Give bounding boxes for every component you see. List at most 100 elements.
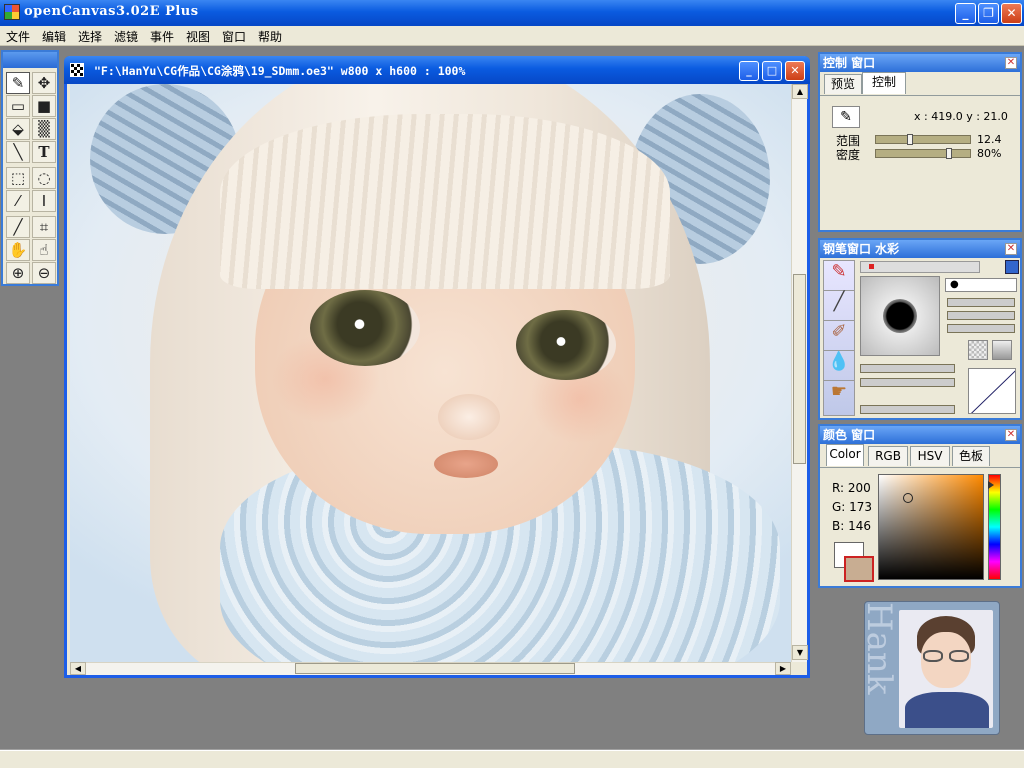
brush-slider-1[interactable] bbox=[947, 298, 1015, 307]
gradient-tool[interactable]: ▒ bbox=[32, 118, 56, 140]
menu-view[interactable]: 视图 bbox=[186, 28, 210, 45]
menu-filter[interactable]: 滤镜 bbox=[114, 28, 138, 45]
brush-slider-2[interactable] bbox=[947, 311, 1015, 320]
brush-panel-close-icon[interactable]: ✕ bbox=[1005, 243, 1017, 255]
document-icon bbox=[70, 63, 84, 77]
pressure-curve[interactable] bbox=[968, 368, 1016, 414]
brush-type-list[interactable]: ✎ ╱ ✐ 💧 ☛ bbox=[823, 260, 855, 416]
doc-minimize-button[interactable]: _ bbox=[739, 61, 759, 81]
scroll-up-arrow[interactable]: ▲ bbox=[792, 84, 808, 99]
brush-slider-3[interactable] bbox=[947, 324, 1015, 333]
brush-slider-6[interactable] bbox=[860, 405, 955, 414]
scroll-right-arrow[interactable]: ▶ bbox=[775, 662, 791, 675]
fill-rect-tool[interactable]: ■ bbox=[32, 95, 56, 117]
minimize-button[interactable]: _ bbox=[955, 3, 976, 24]
water-drop-icon[interactable]: 💧 bbox=[824, 351, 854, 381]
eye-right bbox=[516, 310, 616, 380]
gray-swatch-icon[interactable] bbox=[992, 340, 1012, 360]
control-panel: 控制 窗口 ✕ 预览 控制 ✎ x : 419.0 y : 21.0 范围 密度… bbox=[818, 52, 1022, 232]
brush-presets-bar[interactable] bbox=[860, 261, 980, 273]
rect-select-tool[interactable]: ⬚ bbox=[6, 167, 30, 189]
app-icon bbox=[4, 4, 20, 20]
saturation-value-picker[interactable] bbox=[878, 474, 984, 580]
menu-edit[interactable]: 编辑 bbox=[42, 28, 66, 45]
control-panel-title: 控制 窗口 bbox=[823, 56, 876, 70]
brush-panel-header[interactable]: 钢笔窗口 水彩 ✕ bbox=[820, 240, 1020, 258]
color-panel: 颜色 窗口 ✕ Color RGB HSV 色板 R: 200 G: 173 B… bbox=[818, 424, 1022, 588]
hue-slider-marker[interactable] bbox=[988, 481, 994, 489]
menu-select[interactable]: 选择 bbox=[78, 28, 102, 45]
control-tabs: 预览 控制 bbox=[820, 72, 1020, 96]
save-brush-icon[interactable] bbox=[1005, 260, 1019, 274]
menu-help[interactable]: 帮助 bbox=[258, 28, 282, 45]
avatar: Hank bbox=[864, 601, 1000, 735]
color-panel-close-icon[interactable]: ✕ bbox=[1005, 429, 1017, 441]
color-picker-cursor[interactable] bbox=[903, 493, 913, 503]
avatar-glasses-left bbox=[923, 650, 943, 662]
move-tool[interactable]: ✥ bbox=[32, 72, 56, 94]
eyedropper-tool[interactable]: ╱ bbox=[6, 216, 30, 238]
density-label: 密度 bbox=[836, 148, 861, 162]
scroll-left-arrow[interactable]: ◀ bbox=[70, 662, 86, 675]
menu-window[interactable]: 窗口 bbox=[222, 28, 246, 45]
brush-tip-selector[interactable]: ● bbox=[945, 278, 1017, 292]
airbrush-icon[interactable]: ╱ bbox=[824, 291, 854, 321]
horizontal-scrollbar[interactable]: ◀ ▶ bbox=[70, 662, 791, 675]
green-value: G: 173 bbox=[832, 500, 873, 514]
control-panel-header[interactable]: 控制 窗口 ✕ bbox=[820, 54, 1020, 72]
color-panel-header[interactable]: 颜色 窗口 ✕ bbox=[820, 426, 1020, 444]
document-title-bar[interactable]: "F:\HanYu\CG作品\CG涂鸦\19_SDmm.oe3" w800 x … bbox=[64, 56, 810, 84]
painting-canvas[interactable] bbox=[70, 84, 791, 662]
pressure-curve-line bbox=[969, 369, 1015, 413]
tab-rgb[interactable]: RGB bbox=[868, 446, 908, 466]
tab-swatches[interactable]: 色板 bbox=[952, 446, 990, 466]
crop-tool[interactable]: ⌗ bbox=[32, 216, 56, 238]
restore-button[interactable]: ❐ bbox=[978, 3, 999, 24]
density-slider-knob[interactable] bbox=[946, 148, 952, 159]
menu-file[interactable]: 文件 bbox=[6, 28, 30, 45]
magic-wand-tool[interactable]: ⁄ bbox=[6, 190, 30, 212]
watercolor-brush-icon[interactable]: ✐ bbox=[824, 321, 854, 351]
zoom-out-tool[interactable]: ⊖ bbox=[32, 262, 56, 284]
finger-blend-icon[interactable]: ☛ bbox=[824, 381, 854, 411]
pen-brush-icon[interactable]: ✎ bbox=[824, 261, 854, 291]
tool-palette: ✎ ✥ ▭ ■ ⬙ ▒ ╲ T ⬚ ◌ ⁄ Ⅰ ╱ ⌗ ✋ ☝ ⊕ ⊖ bbox=[1, 50, 59, 286]
rectangle-tool[interactable]: ▭ bbox=[6, 95, 30, 117]
text-select-tool[interactable]: Ⅰ bbox=[32, 190, 56, 212]
line-tool[interactable]: ╲ bbox=[6, 141, 30, 163]
text-tool[interactable]: T bbox=[32, 141, 56, 163]
tab-color[interactable]: Color bbox=[826, 444, 864, 466]
tab-preview[interactable]: 预览 bbox=[824, 74, 862, 94]
vertical-scrollbar[interactable]: ▲ ▼ bbox=[791, 84, 808, 662]
bucket-tool[interactable]: ⬙ bbox=[6, 118, 30, 140]
range-slider-knob[interactable] bbox=[907, 134, 913, 145]
rotate-hand-tool[interactable]: ☝ bbox=[32, 239, 56, 261]
tool-palette-header[interactable] bbox=[3, 52, 57, 68]
mouth bbox=[434, 450, 498, 478]
brush-panel-title: 钢笔窗口 水彩 bbox=[823, 242, 900, 256]
foreground-color-swatch[interactable] bbox=[844, 556, 874, 582]
doc-maximize-button[interactable]: □ bbox=[762, 61, 782, 81]
close-button[interactable]: ✕ bbox=[1001, 3, 1022, 24]
density-slider[interactable] bbox=[875, 148, 971, 159]
texture-swatch-icon[interactable] bbox=[968, 340, 988, 360]
brush-slider-5[interactable] bbox=[860, 378, 955, 387]
vertical-scroll-thumb[interactable] bbox=[793, 274, 806, 464]
brush-slider-4[interactable] bbox=[860, 364, 955, 373]
lasso-tool[interactable]: ◌ bbox=[32, 167, 56, 189]
pen-tool[interactable]: ✎ bbox=[6, 72, 30, 94]
hand-tool[interactable]: ✋ bbox=[6, 239, 30, 261]
horizontal-scroll-thumb[interactable] bbox=[295, 663, 575, 674]
control-panel-close-icon[interactable]: ✕ bbox=[1005, 57, 1017, 69]
app-title: openCanvas3.02E Plus bbox=[24, 4, 199, 19]
document-title: "F:\HanYu\CG作品\CG涂鸦\19_SDmm.oe3" w800 x … bbox=[94, 64, 466, 78]
zoom-in-tool[interactable]: ⊕ bbox=[6, 262, 30, 284]
hue-slider[interactable] bbox=[988, 474, 1001, 580]
tab-hsv[interactable]: HSV bbox=[910, 446, 950, 466]
menu-event[interactable]: 事件 bbox=[150, 28, 174, 45]
range-slider[interactable] bbox=[875, 134, 971, 145]
tab-control[interactable]: 控制 bbox=[862, 72, 906, 94]
avatar-glasses-right bbox=[949, 650, 969, 662]
scroll-down-arrow[interactable]: ▼ bbox=[792, 645, 808, 660]
doc-close-button[interactable]: ✕ bbox=[785, 61, 805, 81]
